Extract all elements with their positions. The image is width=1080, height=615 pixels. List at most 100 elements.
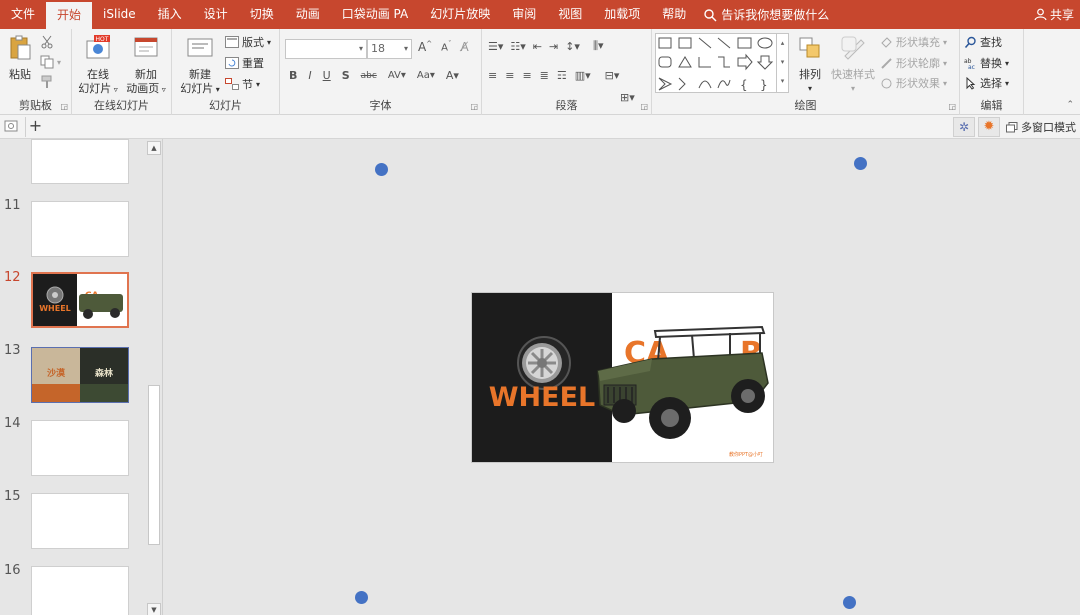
align-text-icon[interactable]: ⊟▾ — [605, 69, 620, 82]
selection-handle[interactable] — [375, 163, 388, 176]
slide-thumbnail[interactable] — [31, 420, 129, 476]
gear-icon[interactable]: ✹ — [978, 117, 1000, 137]
thumb-desert-forest-preview: 沙漠 森林 — [32, 348, 128, 402]
shrink-font-icon[interactable]: Aˇ — [441, 40, 451, 53]
tab-islide[interactable]: iSlide — [92, 0, 147, 29]
ribbon: 粘贴 ▾ 剪贴板 ◲ HOT 在线 幻灯片 ▿ 新加 动画页 ▿ 在线幻灯片 新… — [0, 29, 1080, 115]
format-painter-button[interactable] — [40, 75, 54, 89]
text-direction-icon[interactable]: ⫼▾ — [593, 39, 604, 53]
align-center-icon[interactable]: ≡ — [505, 69, 514, 82]
justify-icon[interactable]: ≣ — [540, 69, 549, 82]
columns-icon[interactable]: ▥▾ — [575, 69, 591, 82]
paragraph-dialog-launcher[interactable]: ◲ — [640, 102, 648, 111]
align-left-icon[interactable]: ≡ — [488, 69, 497, 82]
new-animation-page-button[interactable]: 新加 动画页 ▿ — [123, 34, 169, 97]
tab-review[interactable]: 审阅 — [501, 0, 547, 29]
paste-button[interactable]: 粘贴 — [4, 34, 36, 82]
selection-handle[interactable] — [843, 596, 856, 609]
clear-format-icon[interactable]: A̸ — [460, 40, 468, 54]
bold-icon[interactable]: B — [289, 69, 297, 82]
shape-outline-label: 形状轮廓 — [896, 57, 940, 70]
slide-thumbnail-selected[interactable]: WHEEL CA — [31, 272, 129, 328]
copy-button[interactable]: ▾ — [40, 55, 61, 69]
tell-me-box[interactable]: 告诉我你想要做什么 — [703, 6, 829, 23]
current-slide[interactable]: WHEEL CA R 教你PPT@小叮 — [471, 292, 774, 463]
tab-home[interactable]: 开始 — [46, 2, 93, 29]
numbering-icon[interactable]: ☷▾ — [510, 40, 525, 53]
cut-button[interactable] — [40, 35, 54, 49]
slide-thumbnail[interactable] — [31, 201, 129, 257]
char-spacing-icon[interactable]: AV▾ — [388, 70, 406, 81]
new-slide-button[interactable]: 新建 幻灯片 ▾ — [176, 34, 224, 97]
thumbnail-scrollbar[interactable]: ▲ ▼ — [146, 139, 162, 615]
strikethrough-icon[interactable]: abc — [361, 71, 377, 81]
tab-help[interactable]: 帮助 — [651, 0, 697, 29]
add-button[interactable]: + — [25, 117, 45, 137]
slide-thumbnail[interactable] — [31, 139, 129, 184]
tab-insert[interactable]: 插入 — [147, 0, 193, 29]
decrease-indent-icon[interactable]: ⇤ — [533, 40, 542, 53]
tab-slideshow[interactable]: 幻灯片放映 — [419, 0, 501, 29]
shape-effects-button[interactable]: 形状效果 ▾ — [880, 75, 947, 91]
shape-outline-button[interactable]: 形状轮廓 ▾ — [880, 55, 947, 71]
clipboard-dialog-launcher[interactable]: ◲ — [60, 102, 68, 111]
slide-thumbnail[interactable] — [31, 566, 129, 615]
drawing-dialog-launcher[interactable]: ◲ — [948, 102, 956, 111]
online-slides-button[interactable]: HOT 在线 幻灯片 ▿ — [75, 34, 121, 97]
tab-addins[interactable]: 加载项 — [593, 0, 651, 29]
font-size-value: 18 — [371, 42, 385, 55]
tab-pocket-animation[interactable]: 口袋动画 PA — [331, 0, 420, 29]
arrange-button[interactable]: 排列 ▾ — [792, 34, 828, 96]
magic-icon[interactable]: ✲ — [953, 117, 975, 137]
tab-view[interactable]: 视图 — [547, 0, 593, 29]
clipboard-icon — [10, 35, 31, 60]
tab-transitions[interactable]: 切换 — [239, 0, 285, 29]
paragraph-group: ☰▾ ☷▾ ⇤ ⇥ ↕▾ ⫼▾ ≡ ≡ ≡ ≣ ☶ ▥▾ ⊟▾ ⊞▾ 段落 ◲ — [482, 29, 652, 115]
collapse-ribbon-button[interactable]: ⌃ — [1066, 100, 1074, 110]
shapes-gallery-scroll[interactable]: ▴ ▾ ▾ — [776, 34, 788, 92]
quick-styles-button[interactable]: 快速样式 ▾ — [828, 34, 878, 96]
share-button[interactable]: 共享 — [1034, 0, 1074, 29]
increase-indent-icon[interactable]: ⇥ — [549, 40, 558, 53]
scroll-down-button[interactable]: ▼ — [147, 603, 161, 615]
multiwindow-button[interactable]: 多窗口模式 — [1006, 119, 1076, 135]
svg-text:}: } — [760, 78, 768, 92]
line-spacing-icon[interactable]: ↕▾ — [565, 40, 580, 53]
distribute-icon[interactable]: ☶ — [557, 69, 567, 82]
selection-handle[interactable] — [355, 591, 368, 604]
slide-number: 15 — [4, 489, 21, 504]
scroll-up-button[interactable]: ▲ — [147, 141, 161, 155]
font-size-combo[interactable]: 18 ▾ — [367, 39, 412, 59]
italic-icon[interactable]: I — [308, 69, 311, 82]
select-button[interactable]: 选择 ▾ — [964, 75, 1009, 91]
slide-view-icon[interactable] — [4, 119, 19, 134]
section-button[interactable]: 节 ▾ — [225, 76, 260, 92]
shape-fill-button[interactable]: 形状填充 ▾ — [880, 34, 947, 50]
reset-icon — [225, 57, 239, 69]
selection-handle[interactable] — [854, 157, 867, 170]
tab-animations[interactable]: 动画 — [285, 0, 331, 29]
bullets-icon[interactable]: ☰▾ — [488, 40, 503, 53]
shadow-icon[interactable]: S — [342, 69, 350, 82]
font-color-icon[interactable]: A▾ — [446, 69, 459, 82]
layout-button[interactable]: 版式 ▾ — [225, 34, 271, 50]
find-button[interactable]: 查找 — [964, 34, 1002, 50]
new-slide-label-2: 幻灯片 — [180, 82, 214, 95]
font-dialog-launcher[interactable]: ◲ — [470, 102, 478, 111]
slide-thumbnail[interactable] — [31, 493, 129, 549]
chevron-down-icon: ▾ — [403, 44, 408, 53]
scrollbar-thumb[interactable] — [148, 385, 160, 545]
change-case-icon[interactable]: Aa▾ — [417, 70, 435, 81]
reset-button[interactable]: 重置 — [225, 55, 264, 71]
slide-thumbnail[interactable]: 沙漠 森林 — [31, 347, 129, 403]
replace-button[interactable]: ab ac 替换 ▾ — [964, 55, 1009, 71]
underline-icon[interactable]: U — [323, 69, 331, 82]
tab-design[interactable]: 设计 — [193, 0, 239, 29]
shapes-gallery[interactable]: {} ▴ ▾ ▾ — [655, 33, 789, 93]
grow-font-icon[interactable]: A^ — [418, 40, 432, 54]
tab-file[interactable]: 文件 — [0, 0, 46, 29]
font-name-combo[interactable]: ▾ — [285, 39, 367, 59]
align-right-icon[interactable]: ≡ — [522, 69, 531, 82]
online-slides-group-label: 在线幻灯片 — [94, 99, 149, 112]
slide-editor-canvas[interactable]: WHEEL CA R 教你PPT@小叮 — [164, 139, 1080, 615]
